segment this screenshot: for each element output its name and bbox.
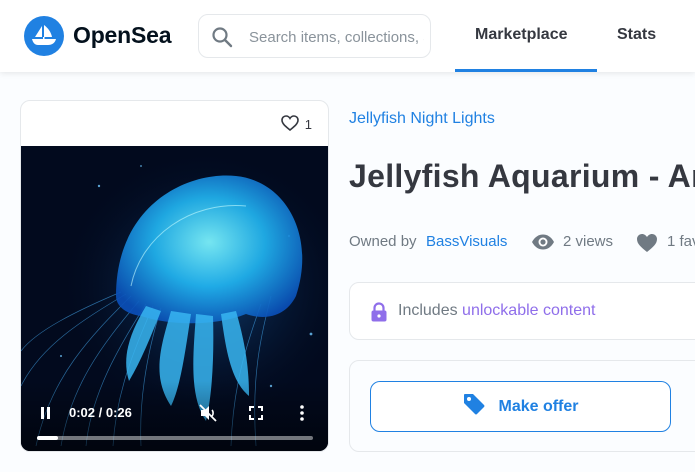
view-count: 2 views — [563, 233, 614, 250]
play-pause-icon[interactable] — [39, 405, 53, 426]
media-card-header: 1 — [21, 101, 328, 146]
heart-outline-icon — [280, 115, 299, 134]
unlockable-content-box[interactable]: Includes unlockable content — [349, 282, 695, 340]
favorite-button[interactable]: 1 — [280, 115, 312, 134]
mute-icon[interactable] — [198, 403, 218, 428]
lock-icon — [370, 302, 388, 327]
heart-filled-icon — [636, 233, 658, 252]
video-player[interactable]: 0:02 / 0:26 — [21, 146, 328, 451]
make-offer-label: Make offer — [498, 397, 579, 415]
search-input[interactable] — [249, 25, 424, 49]
owned-by-label: Owned by — [349, 233, 417, 250]
nav-marketplace[interactable]: Marketplace — [475, 26, 568, 44]
brand-name[interactable]: OpenSea — [73, 22, 172, 49]
item-meta: Owned by BassVisuals 2 views 1 favorite — [349, 232, 695, 252]
owner-link[interactable]: BassVisuals — [426, 233, 507, 250]
favorite-count: 1 — [304, 117, 312, 132]
unlockable-link[interactable]: unlockable content — [462, 302, 595, 319]
media-card: 1 0:02 / 0:26 — [20, 100, 329, 452]
unlockable-text: Includes unlockable content — [398, 302, 595, 320]
search-bar[interactable] — [198, 14, 431, 58]
collection-link[interactable]: Jellyfish Night Lights — [349, 110, 495, 128]
video-progress-fill — [37, 436, 59, 440]
opensea-logo-icon[interactable] — [24, 16, 64, 56]
fullscreen-icon[interactable] — [248, 405, 264, 426]
more-vertical-icon[interactable] — [299, 404, 305, 427]
make-offer-button[interactable]: Make offer — [370, 381, 671, 432]
nav-stats[interactable]: Stats — [617, 26, 656, 44]
favorite-count-meta: 1 favorite — [667, 233, 695, 250]
video-controls: 0:02 / 0:26 — [21, 381, 328, 451]
tag-icon — [462, 392, 486, 421]
eye-icon — [531, 233, 555, 252]
top-navbar: OpenSea Marketplace Stats — [0, 0, 695, 72]
video-progress-bar[interactable] — [37, 436, 313, 440]
video-time: 0:02 / 0:26 — [69, 405, 132, 420]
item-title: Jellyfish Aquarium - Ambient — [349, 158, 695, 194]
search-icon — [211, 26, 233, 53]
unlockable-prefix: Includes — [398, 302, 458, 319]
active-tab-indicator — [455, 69, 597, 72]
offer-panel: Make offer — [349, 360, 695, 452]
